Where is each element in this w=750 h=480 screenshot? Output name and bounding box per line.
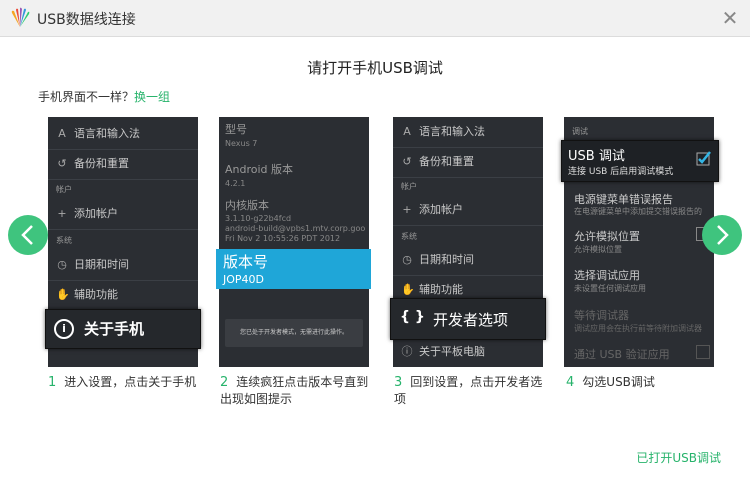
language-icon: A bbox=[58, 127, 66, 140]
info-icon: i bbox=[54, 319, 74, 339]
checkbox-checked-icon[interactable] bbox=[696, 150, 712, 166]
info-icon: ⓘ bbox=[401, 345, 413, 358]
clock-icon: ◷ bbox=[57, 258, 67, 271]
developer-options-popout: { } 开发者选项 bbox=[390, 298, 546, 340]
hand-icon: ✋ bbox=[56, 288, 70, 301]
usb-debugging-enabled-link[interactable]: 已打开USB调试 bbox=[636, 449, 721, 466]
list-item: + 添加帐户 bbox=[48, 199, 198, 230]
step-caption-1: 1 进入设置，点击关于手机 bbox=[48, 375, 197, 390]
usb-debugging-popout: USB 调试 连接 USB 后启用调试模式 bbox=[561, 140, 719, 182]
plus-icon: + bbox=[57, 207, 67, 220]
page-heading: 请打开手机USB调试 bbox=[307, 59, 443, 77]
section-label: 帐户 bbox=[401, 182, 417, 191]
step-caption-3: 3 回到设置，点击开发者选项 bbox=[394, 375, 543, 406]
section-label: 系统 bbox=[56, 236, 72, 245]
previous-button[interactable] bbox=[8, 215, 48, 255]
clock-icon: ◷ bbox=[402, 253, 412, 266]
section-label: 帐户 bbox=[56, 185, 72, 194]
subline: 手机界面不一样？换一组 bbox=[38, 88, 170, 105]
list-item: A 语言和输入法 bbox=[393, 117, 543, 148]
change-set-link[interactable]: 换一组 bbox=[134, 90, 170, 104]
list-item: ⓘ 关于平板电脑 bbox=[393, 337, 543, 367]
app-logo-icon bbox=[11, 7, 30, 28]
plus-icon: + bbox=[402, 203, 412, 216]
backup-icon: ↺ bbox=[57, 157, 67, 170]
step-caption-2: 2 连续疯狂点击版本号直到出现如图提示 bbox=[220, 375, 369, 406]
chevron-left-icon bbox=[21, 225, 33, 245]
about-phone-popout: i 关于手机 bbox=[45, 309, 201, 349]
list-item: ◷ 日期和时间 bbox=[393, 245, 543, 276]
list-item: + 添加帐户 bbox=[393, 195, 543, 226]
backup-icon: ↺ bbox=[402, 155, 412, 168]
checkbox bbox=[696, 345, 710, 359]
title-bar: USB数据线连接 ✕ bbox=[0, 0, 750, 37]
language-icon: A bbox=[403, 125, 411, 138]
developer-toast: 您已处于开发者模式，无需进行此操作。 bbox=[225, 319, 363, 347]
chevron-right-icon bbox=[717, 225, 729, 245]
list-item: ◷ 日期和时间 bbox=[48, 250, 198, 281]
close-icon[interactable]: ✕ bbox=[720, 8, 740, 28]
subline-question: 手机界面不一样？ bbox=[38, 90, 135, 104]
list-item: ✋ 辅助功能 bbox=[48, 280, 198, 311]
list-item: ↺ 备份和重置 bbox=[48, 149, 198, 180]
next-button[interactable] bbox=[702, 215, 742, 255]
phone-screenshot-2: 型号 Nexus 7 Android 版本 4.2.1 内核版本 3.1.10-… bbox=[219, 117, 369, 367]
build-number-highlight: 版本号 JOP40D bbox=[216, 249, 371, 289]
list-item: A 语言和输入法 bbox=[48, 119, 198, 150]
braces-icon: { } bbox=[400, 309, 425, 325]
step-caption-4: 4 勾选USB调试 bbox=[566, 375, 655, 390]
list-item: ↺ 备份和重置 bbox=[393, 147, 543, 178]
window-title: USB数据线连接 bbox=[37, 12, 136, 28]
section-label: 系统 bbox=[401, 232, 417, 241]
